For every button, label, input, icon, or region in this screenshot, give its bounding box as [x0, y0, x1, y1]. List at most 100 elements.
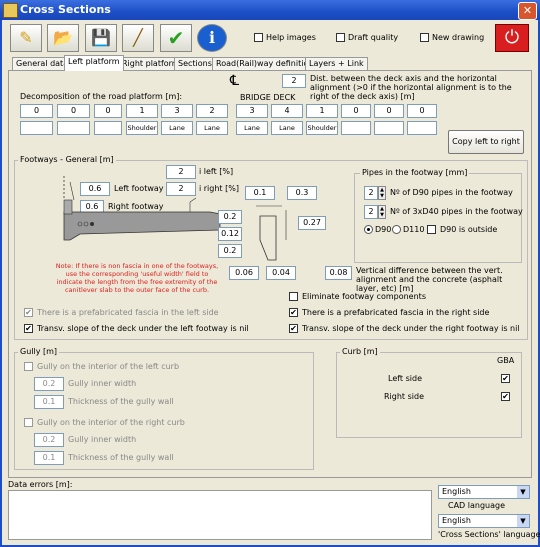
tab-sections[interactable]: Sections — [174, 57, 216, 70]
right-lane-type-3[interactable]: Shoulder — [306, 121, 338, 135]
dim-e-input[interactable]: 0.2 — [218, 244, 242, 258]
exit-power-icon[interactable]: ⏻ — [495, 24, 529, 52]
right-lane-input-4[interactable]: 0 — [341, 104, 371, 118]
centerline-icon: ℄ — [230, 73, 239, 89]
curb-left-side-label: Left side — [388, 374, 422, 383]
window-title: Cross Sections — [20, 3, 111, 16]
draft-quality-label: Draft quality — [348, 33, 399, 42]
cad-language-select[interactable]: English ▼ — [438, 485, 530, 499]
left-lane-type-3[interactable] — [94, 121, 122, 135]
app-icon — [3, 3, 18, 18]
copy-left-to-right-button[interactable]: Copy left to right — [448, 130, 524, 154]
left-lane-type-6[interactable]: Lane — [196, 121, 228, 135]
cad-language-label: CAD language — [448, 501, 506, 510]
d110-radio-label: D110 — [403, 225, 425, 234]
left-lane-type-4[interactable]: Shoulder — [126, 121, 158, 135]
right-lane-input-1[interactable]: 3 — [236, 104, 268, 118]
fascia-right-checkbox[interactable] — [289, 308, 298, 317]
d40-count-input[interactable]: 2 — [364, 205, 378, 219]
dim-f-input[interactable]: 0.27 — [298, 216, 326, 230]
gully-left-thickness-input[interactable]: 0.1 — [34, 395, 64, 409]
draw-icon[interactable]: ╱ — [122, 24, 154, 52]
gully-right-checkbox[interactable] — [24, 418, 33, 427]
d40-label: Nº of 3xD40 pipes in the footway — [390, 207, 523, 216]
open-icon[interactable]: 📂 — [47, 24, 79, 52]
chevron-down-icon[interactable]: ▼ — [517, 515, 529, 527]
save-icon[interactable]: 💾 — [85, 24, 117, 52]
dim-h-input[interactable]: 0.04 — [266, 266, 296, 280]
gully-right-thickness-label: Thickness of the gully wall — [68, 453, 174, 462]
check-icon[interactable]: ✔ — [160, 24, 192, 52]
pipes-title: Pipes in the footway [mm] — [360, 168, 470, 177]
right-lane-type-2[interactable]: Lane — [271, 121, 303, 135]
left-lane-input-3[interactable]: 0 — [94, 104, 122, 118]
d90-spinner[interactable]: ▲ ▼ — [378, 186, 386, 200]
d110-radio[interactable] — [392, 225, 401, 234]
left-lane-type-5[interactable]: Lane — [161, 121, 193, 135]
data-errors-label: Data errors [m]: — [8, 480, 73, 489]
gully-left-checkbox[interactable] — [24, 362, 33, 371]
gully-right-width-input[interactable]: 0.2 — [34, 433, 64, 447]
cs-language-select[interactable]: English ▼ — [438, 514, 530, 528]
vert-diff-label: Vertical difference between the vert. al… — [356, 266, 503, 293]
curb-title: Curb [m] — [340, 347, 380, 356]
fascia-left-checkbox[interactable] — [24, 308, 33, 317]
right-lane-input-5[interactable]: 0 — [374, 104, 404, 118]
right-lane-type-5[interactable] — [374, 121, 404, 135]
d90-outside-checkbox[interactable] — [427, 225, 436, 234]
right-lane-input-3[interactable]: 1 — [306, 104, 338, 118]
left-lane-input-5[interactable]: 3 — [161, 104, 193, 118]
tab-roadway-definition[interactable]: Road(Rail)way definition — [212, 57, 318, 70]
left-lane-input-2[interactable]: 0 — [57, 104, 90, 118]
new-drawing-checkbox[interactable] — [420, 33, 429, 42]
help-images-label: Help images — [266, 33, 316, 42]
gully-right-thickness-input[interactable]: 0.1 — [34, 451, 64, 465]
gully-title: Gully [m] — [18, 347, 60, 356]
chevron-down-icon[interactable]: ▼ — [517, 486, 529, 498]
gully-right-label: Gully on the interior of the right curb — [37, 418, 185, 427]
edit-icon[interactable]: ✎ — [10, 24, 42, 52]
d90-radio[interactable] — [364, 225, 373, 234]
draft-quality-checkbox[interactable] — [336, 33, 345, 42]
curb-diagram — [256, 205, 287, 261]
tab-layers-link[interactable]: Layers + Link — [305, 57, 368, 70]
right-lane-type-4[interactable] — [341, 121, 371, 135]
right-lane-input-2[interactable]: 4 — [271, 104, 303, 118]
gully-left-width-input[interactable]: 0.2 — [34, 377, 64, 391]
fascia-right-label: There is a prefabricated fascia in the r… — [302, 308, 490, 317]
left-lane-input-1[interactable]: 0 — [20, 104, 53, 118]
curb-group — [336, 352, 522, 438]
eliminate-footway-label: Eliminate footway components — [302, 292, 426, 301]
d90-count-input[interactable]: 2 — [364, 186, 378, 200]
left-lane-type-1[interactable] — [20, 121, 53, 135]
slope-left-checkbox[interactable] — [24, 324, 33, 333]
left-lane-input-6[interactable]: 2 — [196, 104, 228, 118]
left-lane-type-2[interactable] — [57, 121, 90, 135]
vert-diff-input[interactable]: 0.08 — [325, 266, 352, 280]
d40-spinner[interactable]: ▲ ▼ — [378, 205, 386, 219]
tab-left-platform[interactable]: Left platform — [64, 55, 124, 71]
dist-label: Dist. between the deck axis and the hori… — [310, 74, 512, 101]
gully-left-label: Gully on the interior of the left curb — [37, 362, 180, 371]
dim-a-input[interactable]: 0.1 — [245, 186, 275, 200]
left-lane-input-4[interactable]: 1 — [126, 104, 158, 118]
d90-radio-label: D90 — [375, 225, 392, 234]
dist-input[interactable]: 2 — [282, 74, 306, 88]
dim-b-input[interactable]: 0.3 — [287, 186, 317, 200]
close-button[interactable]: ✕ — [518, 2, 537, 20]
cs-language-label: 'Cross Sections' language — [438, 530, 540, 539]
dim-g-input[interactable]: 0.06 — [229, 266, 259, 280]
footways-title: Footways - General [m] — [18, 155, 116, 164]
right-lane-type-6[interactable] — [407, 121, 437, 135]
help-images-checkbox[interactable] — [254, 33, 263, 42]
right-lane-input-6[interactable]: 0 — [407, 104, 437, 118]
data-errors-textarea[interactable] — [8, 490, 432, 540]
info-icon[interactable]: ℹ — [197, 24, 227, 52]
right-lane-type-1[interactable]: Lane — [236, 121, 268, 135]
curb-right-gba-checkbox[interactable] — [501, 392, 510, 401]
dim-d-input[interactable]: 0.12 — [218, 227, 242, 241]
curb-left-gba-checkbox[interactable] — [501, 374, 510, 383]
slope-right-checkbox[interactable] — [289, 324, 298, 333]
dim-c-input[interactable]: 0.2 — [218, 210, 242, 224]
eliminate-footway-checkbox[interactable] — [289, 292, 298, 301]
